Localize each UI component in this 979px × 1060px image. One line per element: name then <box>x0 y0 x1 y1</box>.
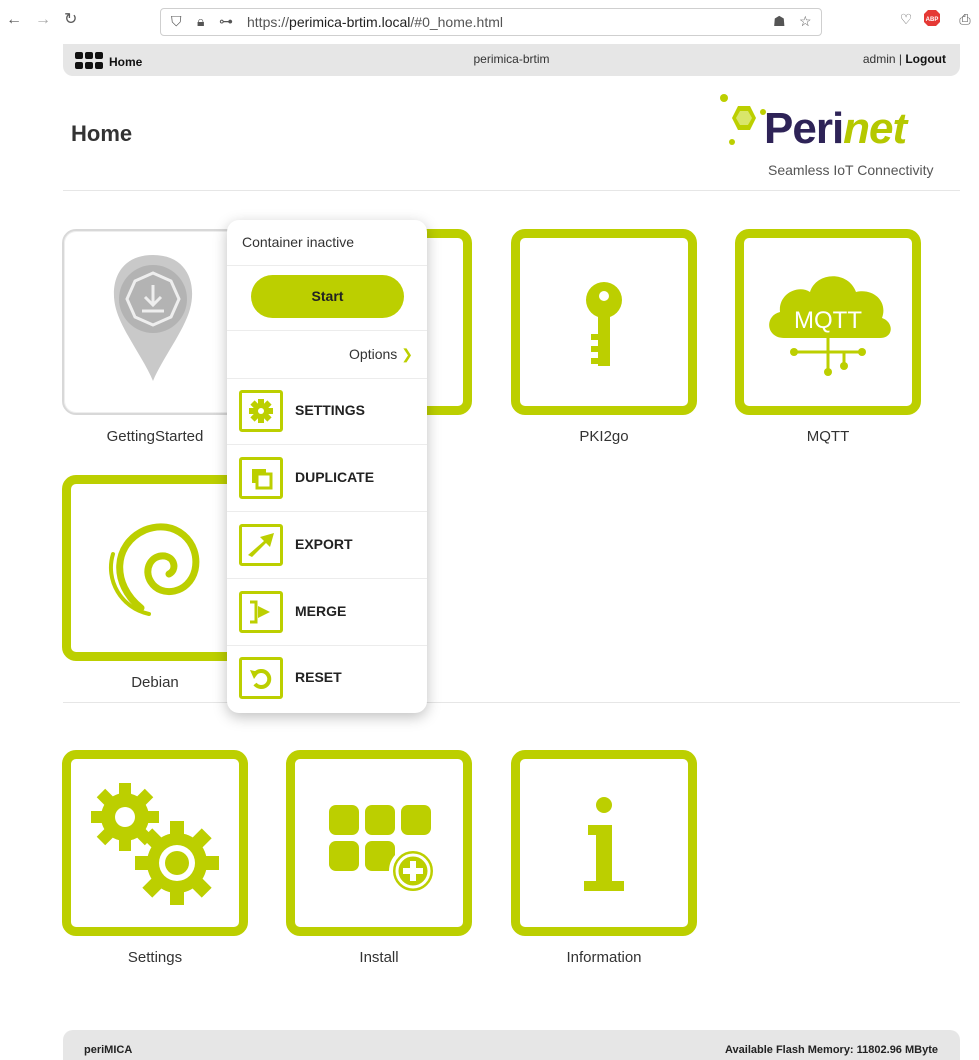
tile-settings[interactable] <box>62 750 248 936</box>
url-path: /#0_home.html <box>410 14 503 30</box>
tile-label-information: Information <box>566 949 642 966</box>
tile-install[interactable] <box>286 750 472 936</box>
url-text[interactable]: https://perimica-brtim.local/#0_home.htm… <box>247 14 503 30</box>
logout-link[interactable]: Logout <box>905 52 946 66</box>
page-title: Home <box>71 121 133 146</box>
browser-toolbar: ← → ↻ ⛉ 🔒︎ ⊶ https://perimica-brtim.loca… <box>0 0 979 40</box>
printer-icon[interactable]: ⎙ <box>955 9 975 29</box>
debian-swirl-icon <box>108 523 200 616</box>
install-apps-icon <box>329 805 437 895</box>
menu-label-export: EXPORT <box>295 536 353 552</box>
host-name: perimica-brtim <box>473 52 550 66</box>
options-label: Options <box>349 346 398 362</box>
footer-product-name: periMICA <box>84 1044 133 1056</box>
menu-item-merge[interactable]: MERGE <box>227 579 427 645</box>
menu-label-reset: RESET <box>295 669 342 685</box>
app-header-bar: Home perimica-brtim admin | Logout <box>63 44 960 76</box>
tile-label-debian: Debian <box>131 674 179 691</box>
gears-icon <box>91 783 219 905</box>
flash-memory-status: Available Flash Memory: 11802.96 MByte <box>725 1044 938 1056</box>
user-separator: | <box>895 52 906 66</box>
logo-tagline: Seamless IoT Connectivity <box>768 162 934 178</box>
forward-icon[interactable]: → <box>35 10 51 30</box>
tile-information[interactable] <box>511 750 697 936</box>
reader-view-icon[interactable]: ☗ <box>773 13 786 30</box>
address-bar[interactable]: ⛉ 🔒︎ ⊶ https://perimica-brtim.local/#0_h… <box>160 8 822 36</box>
menu-label-merge: MERGE <box>295 603 347 619</box>
container-status: Container inactive <box>242 234 355 250</box>
svg-text:ABP: ABP <box>926 17 939 23</box>
chevron-down-icon: ❯ <box>401 346 413 362</box>
reset-icon <box>239 657 283 699</box>
section-divider <box>63 702 960 703</box>
container-options-popup: Container inactive Start Options ❯ SETTIN… <box>227 220 427 713</box>
gear-icon <box>239 390 283 432</box>
section-divider <box>63 190 960 191</box>
menu-label-duplicate: DUPLICATE <box>295 469 375 485</box>
pocket-icon[interactable]: ♡ <box>896 9 916 29</box>
mqtt-icon-label: MQTT <box>794 307 862 334</box>
back-icon[interactable]: ← <box>6 10 22 30</box>
menu-item-reset[interactable]: RESET <box>227 645 427 711</box>
menu-item-export[interactable]: EXPORT <box>227 512 427 578</box>
tile-pki2go[interactable] <box>511 229 697 415</box>
tile-mqtt[interactable]: MQTT <box>735 229 921 415</box>
start-button[interactable]: Start <box>251 275 404 318</box>
user-area: admin | Logout <box>863 52 946 66</box>
tile-label-getting-started: GettingStarted <box>106 428 204 445</box>
reload-icon[interactable]: ↻ <box>64 10 77 30</box>
tile-getting-started[interactable] <box>62 229 248 415</box>
tile-label-install: Install <box>359 949 399 966</box>
footer-bar: periMICA Available Flash Memory: 11802.9… <box>63 1030 960 1060</box>
username: admin <box>862 52 896 66</box>
url-host: perimica-brtim.local <box>289 14 411 30</box>
location-pin-icon <box>113 255 193 381</box>
key-icon[interactable]: ⊶ <box>219 13 233 30</box>
info-icon <box>584 797 624 891</box>
menu-item-duplicate[interactable]: DUPLICATE <box>227 445 427 511</box>
perinet-logo: Perinet Seamless IoT Connectivity <box>712 92 952 182</box>
tile-debian[interactable] <box>62 475 248 661</box>
tile-label-pki2go: PKI2go <box>579 428 629 445</box>
adblock-icon[interactable]: ABP <box>922 9 942 29</box>
logo-wordmark: Perinet <box>764 104 907 154</box>
tile-label-mqtt: MQTT <box>806 428 850 445</box>
export-arrow-icon <box>239 524 283 566</box>
duplicate-icon <box>239 457 283 499</box>
mqtt-cloud-icon: MQTT <box>769 276 891 376</box>
shield-icon[interactable]: ⛉ <box>171 13 182 30</box>
url-prefix: https:// <box>247 14 290 30</box>
menu-label-settings: SETTINGS <box>295 402 366 418</box>
tile-label-settings: Settings <box>127 949 183 966</box>
lock-icon[interactable]: 🔒︎ <box>197 13 204 30</box>
logo-main-text: Peri <box>764 104 844 153</box>
key-icon <box>586 282 622 366</box>
menu-item-settings[interactable]: SETTINGS <box>227 378 427 444</box>
popup-divider <box>227 330 427 331</box>
bookmark-star-icon[interactable]: ☆ <box>799 13 812 30</box>
popup-divider <box>227 265 427 266</box>
logo-mark-icon <box>720 94 766 145</box>
merge-icon <box>239 591 283 633</box>
logo-accent-text: net <box>843 104 907 153</box>
options-toggle[interactable]: Options ❯ <box>349 346 413 363</box>
